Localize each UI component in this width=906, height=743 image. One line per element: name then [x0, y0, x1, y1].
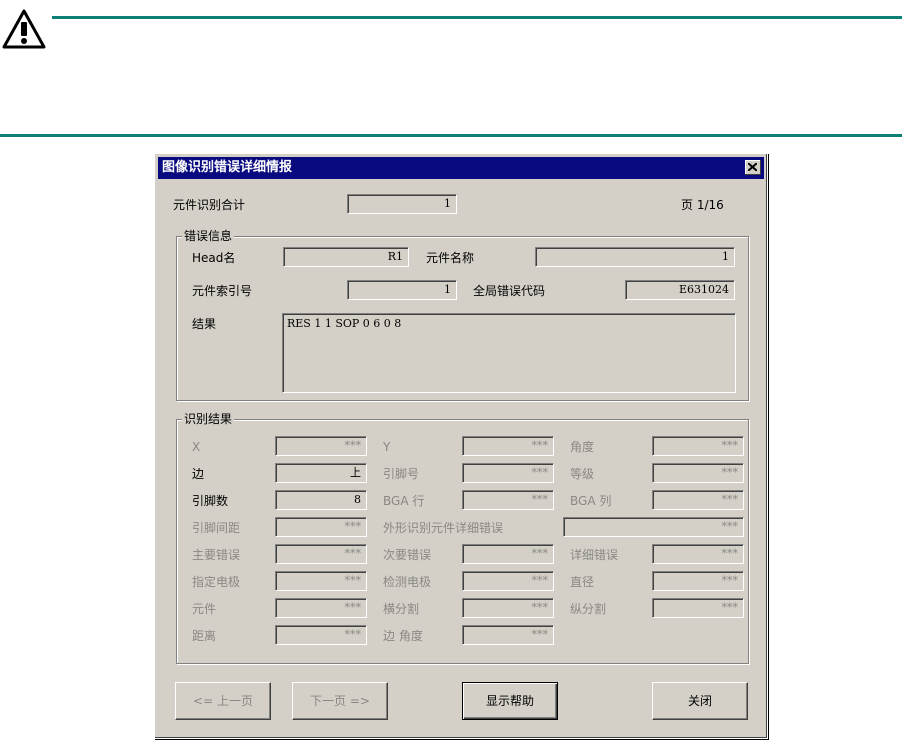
- detected-electrode-label: 检测电极: [383, 575, 432, 589]
- head-field: R1: [283, 247, 409, 267]
- error-detail-dialog: 图像识别错误详细情报 元件识别合计 1 页 1/16 错误信息 Head名 R1…: [154, 153, 768, 739]
- prev-page-button[interactable]: <= 上一页: [175, 682, 271, 720]
- head-label: Head名: [192, 251, 236, 265]
- part-name-field: 1: [535, 247, 735, 267]
- pin-count-label: 引脚数: [192, 494, 229, 508]
- x-label: X: [192, 440, 201, 454]
- dialog-titlebar: 图像识别错误详细情报: [158, 157, 764, 179]
- close-button[interactable]: 关闭: [652, 682, 748, 720]
- component-label: 元件: [192, 602, 217, 616]
- bga-col-field: ***: [652, 490, 744, 510]
- show-help-button[interactable]: 显示帮助: [462, 682, 558, 720]
- angle-field: ***: [652, 436, 744, 456]
- outline-detail-label: 外形识别元件详细错误: [383, 521, 504, 535]
- side-label: 边: [192, 467, 205, 481]
- side-angle-field: ***: [462, 625, 554, 645]
- bga-row-label: BGA 行: [383, 494, 425, 508]
- major-error-field: ***: [275, 544, 367, 564]
- pin-pitch-field: ***: [275, 517, 367, 537]
- vertical-split-field: ***: [652, 598, 744, 618]
- horizontal-split-field: ***: [462, 598, 554, 618]
- side-field: 上: [275, 463, 367, 483]
- assigned-electrode-field: ***: [275, 571, 367, 591]
- minor-error-label: 次要错误: [383, 548, 432, 562]
- x-field: ***: [275, 436, 367, 456]
- recog-result-title: 识别结果: [182, 412, 235, 426]
- pin-no-label: 引脚号: [383, 467, 420, 481]
- assigned-electrode-label: 指定电极: [192, 575, 241, 589]
- outline-detail-field: ***: [563, 517, 744, 537]
- angle-label: 角度: [570, 440, 595, 454]
- part-name-label: 元件名称: [426, 251, 475, 265]
- side-angle-label: 边 角度: [383, 629, 423, 643]
- header-rule: [52, 16, 902, 19]
- pin-count-field: 8: [275, 490, 367, 510]
- diameter-field: ***: [652, 571, 744, 591]
- bga-row-field: ***: [462, 490, 554, 510]
- diameter-label: 直径: [570, 575, 595, 589]
- minor-error-field: ***: [462, 544, 554, 564]
- error-info-title: 错误信息: [182, 229, 235, 243]
- result-label: 结果: [192, 317, 217, 331]
- distance-field: ***: [275, 625, 367, 645]
- pin-no-field: ***: [462, 463, 554, 483]
- global-code-label: 全局错误代码: [473, 284, 546, 298]
- close-icon[interactable]: [745, 160, 761, 175]
- y-label: Y: [383, 440, 391, 454]
- pin-pitch-label: 引脚间距: [192, 521, 241, 535]
- section-rule: [0, 134, 902, 137]
- horizontal-split-label: 横分割: [383, 602, 420, 616]
- bga-col-label: BGA 列: [570, 494, 612, 508]
- grade-label: 等级: [570, 467, 595, 481]
- result-textarea: RES 1 1 SOP 0 6 0 8: [282, 313, 736, 393]
- global-code-field: E631024: [625, 280, 735, 300]
- vertical-split-label: 纵分割: [570, 602, 607, 616]
- y-field: ***: [462, 436, 554, 456]
- count-label: 元件识别合计: [173, 198, 246, 212]
- detected-electrode-field: ***: [462, 571, 554, 591]
- distance-label: 距离: [192, 629, 217, 643]
- warning-icon: [2, 8, 46, 50]
- detail-error-label: 详细错误: [570, 548, 619, 562]
- count-field: 1: [347, 194, 457, 214]
- major-error-label: 主要错误: [192, 548, 241, 562]
- component-field: ***: [275, 598, 367, 618]
- page-indicator: 页 1/16: [681, 198, 724, 212]
- index-field: 1: [347, 280, 457, 300]
- detail-error-field: ***: [652, 544, 744, 564]
- next-page-button[interactable]: 下一页 =>: [292, 682, 388, 720]
- dialog-title: 图像识别错误详细情报: [162, 160, 293, 175]
- index-label: 元件索引号: [192, 284, 253, 298]
- grade-field: ***: [652, 463, 744, 483]
